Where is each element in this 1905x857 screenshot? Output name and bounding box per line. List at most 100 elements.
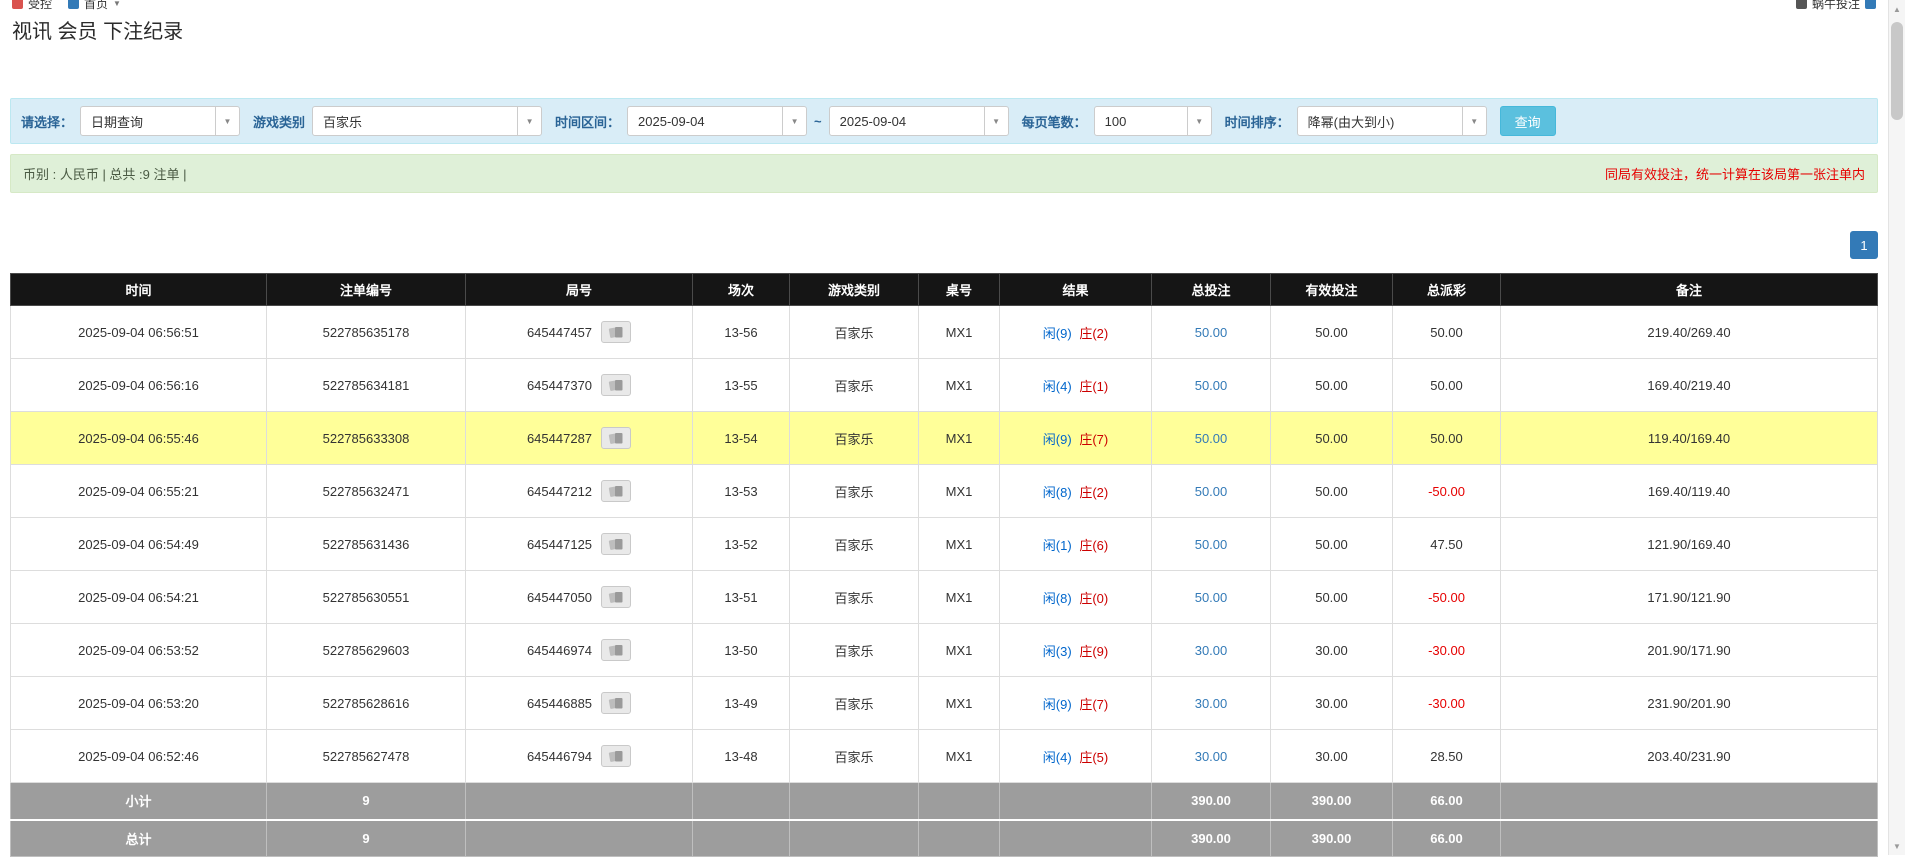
cell-game-type: 百家乐	[790, 306, 919, 359]
cell-round: 645446885	[466, 677, 693, 730]
result-banker: 庄(0)	[1079, 591, 1108, 606]
round-id: 645447287	[527, 431, 592, 446]
cell-game-type: 百家乐	[790, 571, 919, 624]
cell-bet-id: 522785635178	[267, 306, 466, 359]
tilde-separator: ~	[814, 114, 822, 129]
round-id: 645447050	[527, 590, 592, 605]
view-cards-button[interactable]	[601, 374, 631, 396]
page-title: 视讯 会员 下注纪录	[12, 15, 1878, 44]
cell-time: 2025-09-04 06:56:51	[11, 306, 267, 359]
per-page-label: 每页笔数：	[1022, 112, 1087, 131]
cards-icon	[608, 697, 624, 710]
cell-payout: 50.00	[1393, 359, 1501, 412]
account-label: 蜗牛投注	[1812, 0, 1860, 12]
cell-table-no: MX1	[919, 571, 1000, 624]
topbar-account-area[interactable]: 蜗牛投注	[1796, 0, 1876, 12]
cell-total-bet: 50.00	[1152, 306, 1271, 359]
note-warning-text: 同局有效投注，统一计算在该局第一张注单内	[1605, 164, 1865, 183]
currency-total-text: 币别 : 人民币 | 总共 :9 注单 |	[23, 164, 187, 183]
cell-game-type: 百家乐	[790, 359, 919, 412]
cell-time: 2025-09-04 06:53:20	[11, 677, 267, 730]
date-range-label: 时间区间：	[555, 112, 620, 131]
page-button[interactable]: 1	[1850, 231, 1878, 259]
cell-round: 645447457	[466, 306, 693, 359]
table-row: 2025-09-04 06:54:49 522785631436 6454471…	[11, 518, 1878, 571]
cell-session: 13-52	[693, 518, 790, 571]
cell-bet-id: 522785629603	[267, 624, 466, 677]
view-cards-button[interactable]	[601, 586, 631, 608]
view-cards-button[interactable]	[601, 745, 631, 767]
cell-bet-id: 522785628616	[267, 677, 466, 730]
scrollbar-down-arrow-icon[interactable]: ▼	[1889, 838, 1905, 854]
table-row: 2025-09-04 06:53:20 522785628616 6454468…	[11, 677, 1878, 730]
total-bet-link[interactable]: 50.00	[1195, 325, 1228, 340]
cell-note: 231.90/201.90	[1501, 677, 1878, 730]
cell-round: 645447050	[466, 571, 693, 624]
search-button[interactable]: 查询	[1500, 106, 1556, 136]
table-row: 2025-09-04 06:56:51 522785635178 6454474…	[11, 306, 1878, 359]
vertical-scrollbar[interactable]: ▲ ▼	[1888, 0, 1905, 855]
result-player: 闲(8)	[1043, 485, 1072, 500]
game-type-select[interactable]: 百家乐 ▼	[312, 106, 542, 136]
cell-payout: 28.50	[1393, 730, 1501, 783]
topbar-item-home[interactable]: 首页 ▼	[68, 0, 121, 12]
subtotal-count: 9	[267, 783, 466, 820]
result-banker: 庄(9)	[1079, 644, 1108, 659]
topbar-item-control[interactable]: 受控	[12, 0, 52, 12]
total-bet-link[interactable]: 30.00	[1195, 749, 1228, 764]
table-row: 2025-09-04 06:53:52 522785629603 6454469…	[11, 624, 1878, 677]
round-id: 645447125	[527, 537, 592, 552]
cards-icon	[608, 591, 624, 604]
total-bet-link[interactable]: 50.00	[1195, 378, 1228, 393]
result-banker: 庄(6)	[1079, 538, 1108, 553]
result-player: 闲(4)	[1043, 379, 1072, 394]
total-bet-link[interactable]: 30.00	[1195, 643, 1228, 658]
view-cards-button[interactable]	[601, 321, 631, 343]
total-bet-link[interactable]: 50.00	[1195, 537, 1228, 552]
total-bet-link[interactable]: 50.00	[1195, 431, 1228, 446]
view-cards-button[interactable]	[601, 533, 631, 555]
scrollbar-up-arrow-icon[interactable]: ▲	[1889, 1, 1905, 17]
result-banker: 庄(2)	[1079, 326, 1108, 341]
cell-game-type: 百家乐	[790, 465, 919, 518]
round-id: 645447457	[527, 325, 592, 340]
chevron-down-icon: ▼	[1462, 107, 1486, 135]
cards-icon	[608, 538, 624, 551]
table-row: 2025-09-04 06:56:16 522785634181 6454473…	[11, 359, 1878, 412]
top-chrome-strip: 受控 首页 ▼ 蜗牛投注	[10, 0, 1878, 13]
date-to-value: 2025-09-04	[830, 114, 917, 129]
column-header: 结果	[1000, 274, 1152, 306]
total-bet-link[interactable]: 50.00	[1195, 590, 1228, 605]
date-query-value: 日期查询	[81, 112, 153, 131]
cell-note: 169.40/219.40	[1501, 359, 1878, 412]
total-bet-link[interactable]: 50.00	[1195, 484, 1228, 499]
view-cards-button[interactable]	[601, 692, 631, 714]
date-query-select[interactable]: 日期查询 ▼	[80, 106, 240, 136]
cell-result: 闲(8) 庄(2)	[1000, 465, 1152, 518]
result-banker: 庄(1)	[1079, 379, 1108, 394]
cell-table-no: MX1	[919, 465, 1000, 518]
view-cards-button[interactable]	[601, 480, 631, 502]
time-sort-select[interactable]: 降幂(由大到小) ▼	[1297, 106, 1487, 136]
cards-icon	[608, 644, 624, 657]
cell-session: 13-48	[693, 730, 790, 783]
cell-time: 2025-09-04 06:55:46	[11, 412, 267, 465]
date-from-select[interactable]: 2025-09-04 ▼	[627, 106, 807, 136]
cell-time: 2025-09-04 06:53:52	[11, 624, 267, 677]
cell-session: 13-49	[693, 677, 790, 730]
total-bet-link[interactable]: 30.00	[1195, 696, 1228, 711]
cell-note: 169.40/119.40	[1501, 465, 1878, 518]
date-to-select[interactable]: 2025-09-04 ▼	[829, 106, 1009, 136]
cell-note: 201.90/171.90	[1501, 624, 1878, 677]
table-header-row: 时间 注单编号 局号 场次 游戏类别 桌号 结果 总投注 有效投注	[11, 274, 1878, 306]
result-player: 闲(3)	[1043, 644, 1072, 659]
cell-round: 645446974	[466, 624, 693, 677]
chevron-down-icon: ▼	[517, 107, 541, 135]
subtotal-label: 小计	[11, 783, 267, 820]
per-page-select[interactable]: 100 ▼	[1094, 106, 1212, 136]
cell-time: 2025-09-04 06:52:46	[11, 730, 267, 783]
query-type-label: 请选择：	[21, 112, 73, 131]
scrollbar-thumb[interactable]	[1891, 22, 1903, 120]
view-cards-button[interactable]	[601, 639, 631, 661]
view-cards-button[interactable]	[601, 427, 631, 449]
